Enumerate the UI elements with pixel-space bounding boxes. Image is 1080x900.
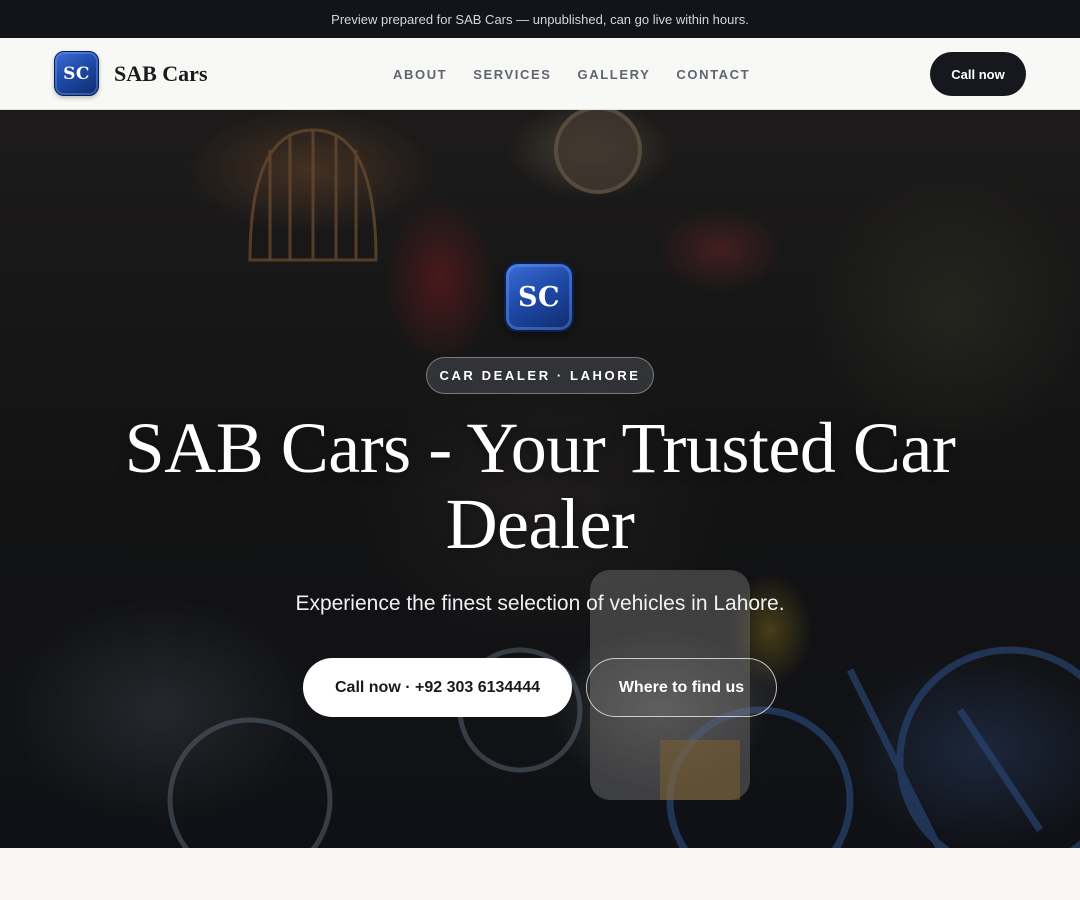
hero-badge: CAR DEALER · LAHORE bbox=[426, 357, 654, 394]
hero-location-button[interactable]: Where to find us bbox=[586, 658, 777, 717]
hero-title: SAB Cars - Your Trusted Car Dealer bbox=[124, 408, 956, 564]
nav-link-gallery[interactable]: GALLERY bbox=[578, 67, 651, 82]
header-call-button[interactable]: Call now bbox=[930, 52, 1026, 96]
brand-name: SAB Cars bbox=[114, 60, 208, 86]
preview-banner-text: Preview prepared for SAB Cars — unpublis… bbox=[331, 11, 749, 27]
main-nav: ABOUT SERVICES GALLERY CONTACT bbox=[380, 38, 763, 110]
hero-content: SC CAR DEALER · LAHORE SAB Cars - Your T… bbox=[0, 110, 1080, 848]
nav-link-contact[interactable]: CONTACT bbox=[676, 67, 750, 82]
hero-subtitle: Experience the finest selection of vehic… bbox=[295, 592, 785, 615]
preview-banner: Preview prepared for SAB Cars — unpublis… bbox=[0, 0, 1080, 38]
brand-logo-icon: SC bbox=[54, 51, 99, 96]
next-section bbox=[0, 848, 1080, 900]
nav-link-about[interactable]: ABOUT bbox=[393, 67, 447, 82]
site-header: SC SAB Cars ABOUT SERVICES GALLERY CONTA… bbox=[0, 38, 1080, 110]
hero-section: SC CAR DEALER · LAHORE SAB Cars - Your T… bbox=[0, 110, 1080, 848]
hero-call-button[interactable]: Call now · +92 303 6134444 bbox=[303, 658, 572, 717]
hero-logo-icon: SC bbox=[504, 262, 574, 332]
nav-link-services[interactable]: SERVICES bbox=[473, 67, 551, 82]
brand[interactable]: SC SAB Cars bbox=[54, 51, 208, 96]
